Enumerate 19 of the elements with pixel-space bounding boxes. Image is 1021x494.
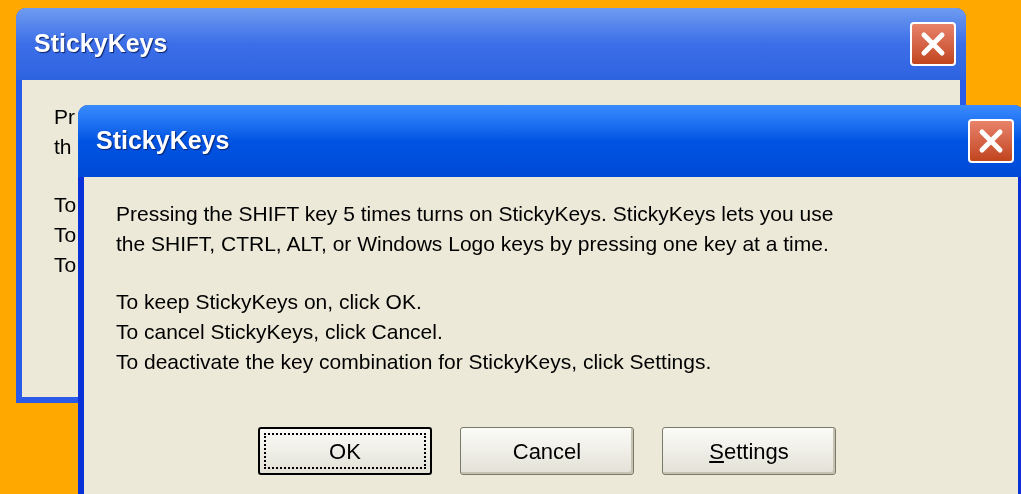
message-text: To [54,252,77,278]
message-text: To keep StickyKeys on, click OK. [116,289,422,315]
close-button[interactable] [968,119,1014,163]
message-text: To [54,192,77,218]
message-text: Pressing the SHIFT key 5 times turns on StickyKeys. StickyKeys lets you use [116,201,834,227]
dialog-button[interactable]: OK [258,427,432,475]
message-text: To cancel StickyKeys, click Cancel. [116,319,443,345]
window-title: StickyKeys [96,125,230,157]
dialog-button[interactable]: Settings [662,427,836,475]
message-text: the SHIFT, CTRL, ALT, or Windows Logo keys by pressing one key at a time. [116,231,829,257]
close-icon [920,31,946,57]
close-button[interactable] [910,22,956,66]
message-text: th [54,134,72,160]
message-text: To deactivate the key combination for StickyKeys, click Settings. [116,349,712,375]
message-text: To [54,222,77,248]
message-text: Pr [54,104,75,130]
window-title: StickyKeys [34,28,168,60]
close-icon [978,128,1004,154]
dialog-button[interactable]: Cancel [460,427,634,475]
